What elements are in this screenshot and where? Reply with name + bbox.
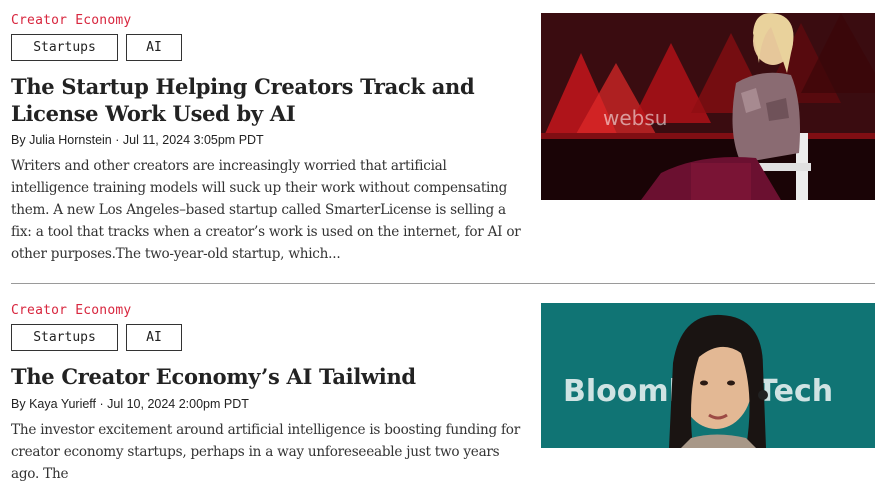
article-card: Creator Economy Startups AI The Creator … [11,290,875,482]
article-card: Creator Economy Startups AI The Startup … [11,0,875,283]
tag-ai[interactable]: AI [126,34,182,61]
tag-list: Startups AI [11,34,182,61]
stage-photo-image: websu [541,13,875,200]
byline-separator: · [96,397,108,411]
byline-prefix: By [11,397,26,411]
tag-startups[interactable]: Startups [11,34,118,61]
byline-separator: · [111,133,123,147]
article-byline: By Julia Hornstein · Jul 11, 2024 3:05pm… [11,133,264,147]
article-excerpt: Writers and other creators are increasin… [11,158,521,262]
article-excerpt: The investor excitement around artificia… [11,422,520,482]
article-category[interactable]: Creator Economy [11,303,131,318]
author-link[interactable]: Kaya Yurieff [29,397,96,411]
article-date: Jul 11, 2024 3:05pm PDT [122,133,264,147]
article-thumbnail[interactable]: websu [541,13,875,200]
tag-list: Startups AI [11,324,182,351]
article-date: Jul 10, 2024 2:00pm PDT [107,397,249,411]
byline-prefix: By [11,133,26,147]
article-headline[interactable]: The Startup Helping Creators Track and L… [11,73,511,127]
tag-startups[interactable]: Startups [11,324,118,351]
backdrop-text: websu [603,106,667,130]
article-thumbnail[interactable]: Bloomberg Tech [541,303,875,448]
author-link[interactable]: Julia Hornstein [29,133,112,147]
article-category[interactable]: Creator Economy [11,13,131,28]
conference-speaker-image: Bloomberg Tech [541,303,875,448]
article-byline: By Kaya Yurieff · Jul 10, 2024 2:00pm PD… [11,397,249,411]
article-headline[interactable]: The Creator Economy’s AI Tailwind [11,363,511,390]
tag-ai[interactable]: AI [126,324,182,351]
article-divider [11,283,875,284]
